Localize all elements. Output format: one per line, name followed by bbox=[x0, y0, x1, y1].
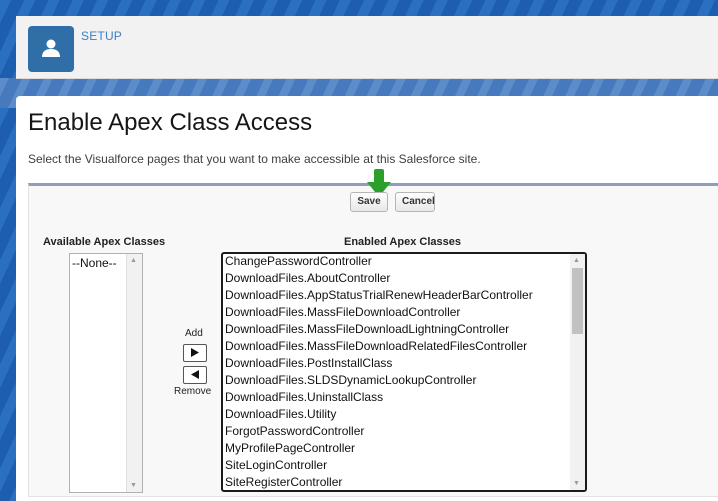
available-classes-list[interactable]: --None-- ▲ ▼ bbox=[69, 253, 143, 493]
main-content: Enable Apex Class Access Select the Visu… bbox=[16, 96, 718, 501]
scroll-up-icon[interactable]: ▲ bbox=[573, 257, 580, 264]
cancel-button[interactable]: Cancel bbox=[395, 192, 435, 212]
enabled-items: ChangePasswordController DownloadFiles.A… bbox=[225, 254, 533, 490]
list-item[interactable]: --None-- bbox=[72, 256, 117, 270]
page-title: Enable Apex Class Access bbox=[28, 109, 313, 136]
class-access-panel: Save Cancel Available Apex Classes Enabl… bbox=[28, 169, 718, 497]
add-button[interactable] bbox=[183, 344, 207, 362]
list-item[interactable]: ForgotPasswordController bbox=[225, 424, 533, 441]
background-pattern-top bbox=[0, 0, 718, 16]
arrow-left-icon bbox=[191, 370, 199, 379]
enabled-classes-list[interactable]: ChangePasswordController DownloadFiles.A… bbox=[221, 252, 587, 492]
available-scrollbar[interactable]: ▲ ▼ bbox=[126, 254, 142, 492]
remove-button[interactable] bbox=[183, 366, 207, 384]
available-classes-label: Available Apex Classes bbox=[43, 236, 166, 248]
list-item[interactable]: DownloadFiles.MassFileDownloadLightningC… bbox=[225, 322, 533, 339]
scrollbar-thumb[interactable] bbox=[572, 268, 583, 334]
add-label: Add bbox=[185, 328, 203, 339]
remove-label: Remove bbox=[174, 386, 212, 397]
scroll-up-icon[interactable]: ▲ bbox=[130, 257, 137, 264]
enabled-classes-label: Enabled Apex Classes bbox=[344, 236, 461, 248]
list-item[interactable]: DownloadFiles.SLDSDynamicLookupControlle… bbox=[225, 373, 533, 390]
list-item[interactable]: DownloadFiles.UninstallClass bbox=[225, 390, 533, 407]
setup-header: SETUP bbox=[16, 16, 718, 79]
list-item[interactable]: DownloadFiles.AboutController bbox=[225, 271, 533, 288]
scroll-down-icon[interactable]: ▼ bbox=[130, 482, 137, 489]
list-item[interactable]: DownloadFiles.Utility bbox=[225, 407, 533, 424]
list-item[interactable]: DownloadFiles.MassFileDownloadController bbox=[225, 305, 533, 322]
list-item[interactable]: DownloadFiles.PostInstallClass bbox=[225, 356, 533, 373]
enabled-scrollbar[interactable]: ▲ ▼ bbox=[570, 254, 585, 490]
list-item[interactable]: DownloadFiles.MassFileDownloadRelatedFil… bbox=[225, 339, 533, 356]
list-item[interactable]: DownloadFiles.AppStatusTrialRenewHeaderB… bbox=[225, 288, 533, 305]
list-item[interactable]: ChangePasswordController bbox=[225, 254, 533, 271]
list-item[interactable]: SiteRegisterController bbox=[225, 475, 533, 490]
setup-title[interactable]: SETUP bbox=[81, 29, 122, 43]
arrow-right-icon bbox=[191, 348, 199, 357]
save-button[interactable]: Save bbox=[350, 192, 388, 212]
background-pattern-left bbox=[0, 0, 16, 501]
page-description: Select the Visualforce pages that you wa… bbox=[28, 152, 481, 166]
list-item[interactable]: MyProfilePageController bbox=[225, 441, 533, 458]
user-icon bbox=[28, 26, 74, 72]
list-item[interactable]: SiteLoginController bbox=[225, 458, 533, 475]
scroll-down-icon[interactable]: ▼ bbox=[573, 480, 580, 487]
